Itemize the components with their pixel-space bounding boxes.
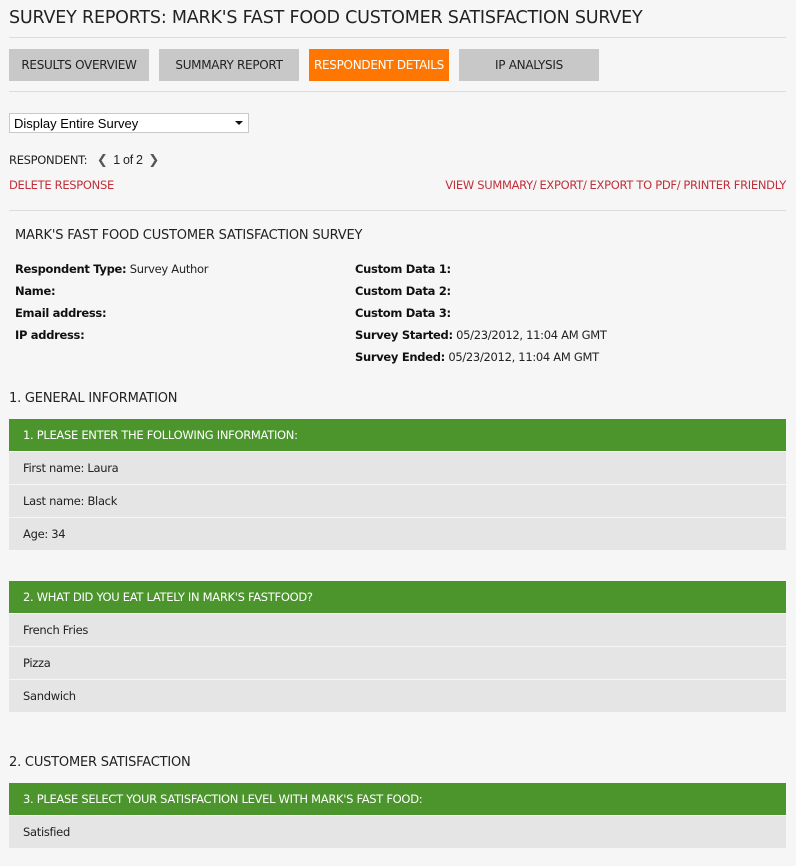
question-block: 2. WHAT DID YOU EAT LATELY IN MARK'S FAS…: [9, 581, 786, 712]
divider: [9, 210, 786, 211]
tab-ip-analysis[interactable]: IP ANALYSIS: [459, 49, 599, 81]
view-summary-link[interactable]: VIEW SUMMARY/: [445, 178, 537, 192]
question-block: 1. PLEASE ENTER THE FOLLOWING INFORMATIO…: [9, 419, 786, 550]
section-title: 1. GENERAL INFORMATION: [9, 391, 178, 406]
divider: [9, 91, 786, 92]
meta-custom-data-3: Custom Data 3:: [355, 306, 451, 320]
question-block: 3. PLEASE SELECT YOUR SATISFACTION LEVEL…: [9, 783, 786, 848]
meta-custom-data-1: Custom Data 1:: [355, 262, 451, 276]
respondent-count: 1 of 2: [113, 153, 143, 167]
answer-row: French Fries: [9, 614, 786, 646]
meta-ip: IP address:: [15, 328, 85, 342]
answer-row: First name: Laura: [9, 452, 786, 484]
respondent-meta-right: Custom Data 1: Custom Data 2: Custom Dat…: [355, 261, 607, 371]
display-mode-select[interactable]: Display Entire Survey: [9, 113, 249, 133]
respondent-label: RESPONDENT:: [9, 153, 88, 167]
display-mode-value: Display Entire Survey: [14, 115, 139, 131]
survey-name: MARK'S FAST FOOD CUSTOMER SATISFACTION S…: [15, 228, 363, 243]
meta-survey-ended: Survey Ended: 05/23/2012, 11:04 AM GMT: [355, 350, 599, 364]
tab-summary-report[interactable]: SUMMARY REPORT: [159, 49, 299, 81]
section-title: 2. CUSTOMER SATISFACTION: [9, 755, 191, 770]
answer-row: Last name: Black: [9, 485, 786, 517]
tab-respondent-details[interactable]: RESPONDENT DETAILS: [309, 49, 449, 81]
export-pdf-link[interactable]: EXPORT TO PDF/: [590, 178, 681, 192]
respondent-meta-left: Respondent Type: Survey Author Name: Ema…: [15, 261, 209, 349]
answer-row: Age: 34: [9, 518, 786, 550]
respondent-navigator: RESPONDENT: ❮ 1 of 2 ❯: [9, 152, 161, 168]
printer-friendly-link[interactable]: PRINTER FRIENDLY: [683, 178, 786, 192]
chevron-right-icon[interactable]: ❯: [147, 153, 161, 168]
divider: [9, 37, 786, 38]
page-title: SURVEY REPORTS: MARK'S FAST FOOD CUSTOME…: [9, 8, 643, 28]
delete-response-link[interactable]: DELETE RESPONSE: [9, 178, 114, 192]
answer-row: Satisfied: [9, 816, 786, 848]
meta-email: Email address:: [15, 306, 107, 320]
tab-results-overview[interactable]: RESULTS OVERVIEW: [9, 49, 149, 81]
question-header: 3. PLEASE SELECT YOUR SATISFACTION LEVEL…: [9, 783, 786, 815]
export-link[interactable]: EXPORT/: [539, 178, 586, 192]
answer-row: Sandwich: [9, 680, 786, 712]
question-header: 1. PLEASE ENTER THE FOLLOWING INFORMATIO…: [9, 419, 786, 451]
meta-respondent-type: Respondent Type: Survey Author: [15, 262, 209, 276]
dropdown-arrow-icon: [235, 121, 243, 125]
meta-survey-started: Survey Started: 05/23/2012, 11:04 AM GMT: [355, 328, 607, 342]
meta-custom-data-2: Custom Data 2:: [355, 284, 451, 298]
chevron-left-icon[interactable]: ❮: [95, 153, 109, 168]
question-header: 2. WHAT DID YOU EAT LATELY IN MARK'S FAS…: [9, 581, 786, 613]
meta-name: Name:: [15, 284, 56, 298]
export-links: VIEW SUMMARY/ EXPORT/ EXPORT TO PDF/ PRI…: [445, 178, 786, 192]
answer-row: Pizza: [9, 647, 786, 679]
